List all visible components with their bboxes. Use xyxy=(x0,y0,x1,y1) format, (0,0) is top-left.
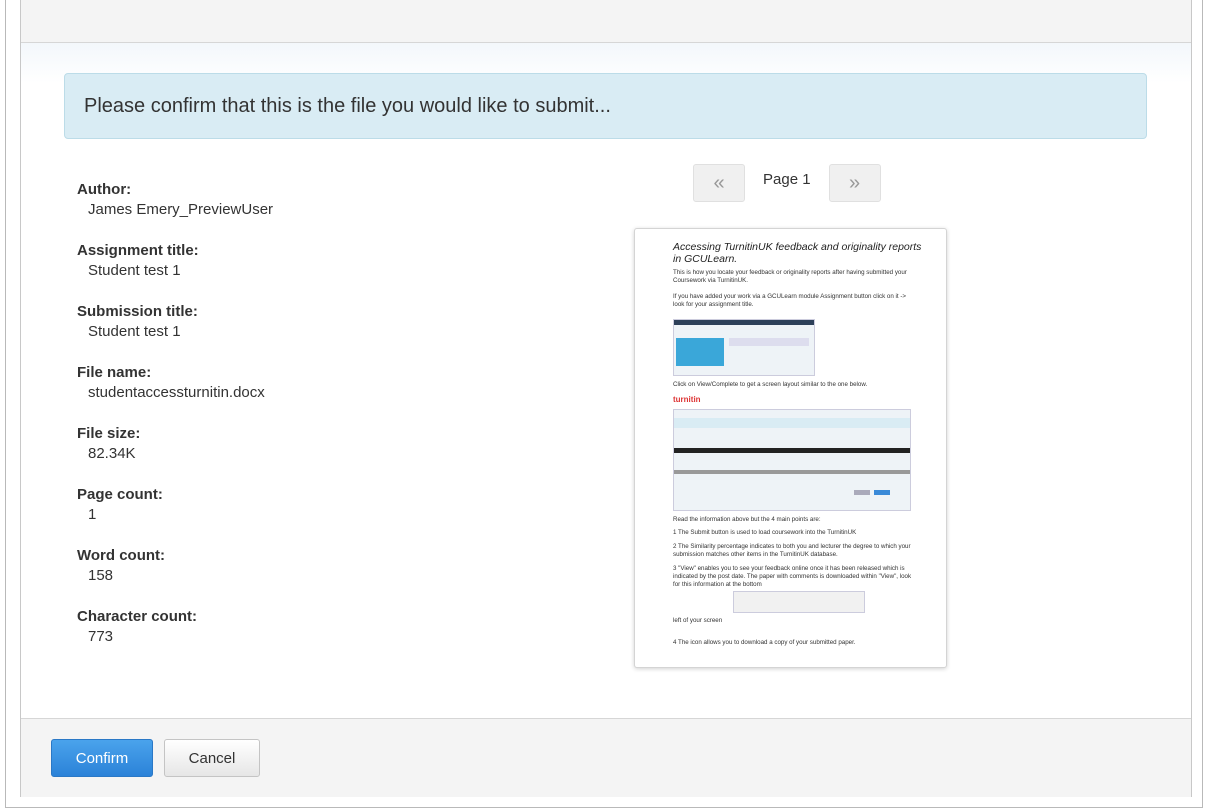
confirm-banner-text: Please confirm that this is the file you… xyxy=(84,94,611,117)
submission-title-value: Student test 1 xyxy=(88,323,181,340)
dialog-footer: Confirm Cancel xyxy=(21,718,1191,797)
preview-line: Click on View/Complete to get a screen l… xyxy=(673,381,868,388)
preview-line: 1 The Submit button is used to load cour… xyxy=(673,529,857,536)
preview-info-bar xyxy=(674,418,910,428)
preview-sidebar xyxy=(676,338,724,366)
previous-page-button[interactable]: « xyxy=(693,164,745,202)
page-count-label: Page count: xyxy=(77,486,163,503)
author-label: Author: xyxy=(77,181,132,198)
submission-title-label: Submission title: xyxy=(77,303,198,320)
confirm-banner: Please confirm that this is the file you… xyxy=(64,73,1147,139)
turnitin-logo: turnitin xyxy=(673,395,701,404)
preview-line: This is how you locate your feedback or … xyxy=(673,269,907,284)
page-count-value: 1 xyxy=(88,506,97,523)
preview-heading-bar xyxy=(729,338,809,346)
preview-table-header xyxy=(674,470,910,474)
submission-confirm-dialog: Please confirm that this is the file you… xyxy=(20,0,1192,797)
file-name-value: studentaccessturnitin.docx xyxy=(88,384,265,401)
author-value: James Emery_PreviewUser xyxy=(88,201,274,218)
preview-title: Accessing TurnitinUK feedback and origin… xyxy=(673,241,922,265)
preview-line: If you have added your work via a GCULea… xyxy=(673,293,907,308)
page-pager: « Page 1 » xyxy=(693,164,881,202)
preview-line: Read the information above but the 4 mai… xyxy=(673,516,821,523)
preview-button-blue xyxy=(874,490,890,495)
preview-button-grey xyxy=(854,490,870,495)
file-size-label: File size: xyxy=(77,425,141,442)
word-count-label: Word count: xyxy=(77,547,166,564)
preview-line: 3 "View" enables you to see your feedbac… xyxy=(673,565,912,588)
next-page-button[interactable]: » xyxy=(828,164,881,202)
cancel-button[interactable]: Cancel xyxy=(164,739,260,777)
preview-screenshot-turnitin xyxy=(673,409,911,511)
assignment-title-value: Student test 1 xyxy=(88,262,181,279)
character-count-value: 773 xyxy=(88,628,114,645)
confirm-button[interactable]: Confirm xyxy=(51,739,153,777)
preview-screenshot-download xyxy=(733,591,865,613)
dialog-body: Please confirm that this is the file you… xyxy=(21,43,1191,718)
dialog-header-bar xyxy=(21,0,1191,43)
assignment-title-label: Assignment title: xyxy=(77,242,199,259)
preview-line: 2 The Similarity percentage indicates to… xyxy=(673,543,911,558)
preview-nav-bar xyxy=(674,320,814,325)
document-preview: Accessing TurnitinUK feedback and origin… xyxy=(634,228,947,668)
preview-dark-bar xyxy=(674,448,910,453)
preview-line: 4 The icon allows you to download a copy… xyxy=(673,639,856,646)
preview-screenshot-assignments xyxy=(673,319,815,376)
file-name-label: File name: xyxy=(77,364,152,381)
file-size-value: 82.34K xyxy=(88,445,136,462)
page-indicator: Page 1 xyxy=(763,170,811,188)
word-count-value: 158 xyxy=(88,567,114,584)
preview-line: left of your screen xyxy=(673,617,723,624)
file-details: Author: James Emery_PreviewUser Assignme… xyxy=(77,180,477,668)
character-count-label: Character count: xyxy=(77,608,198,625)
